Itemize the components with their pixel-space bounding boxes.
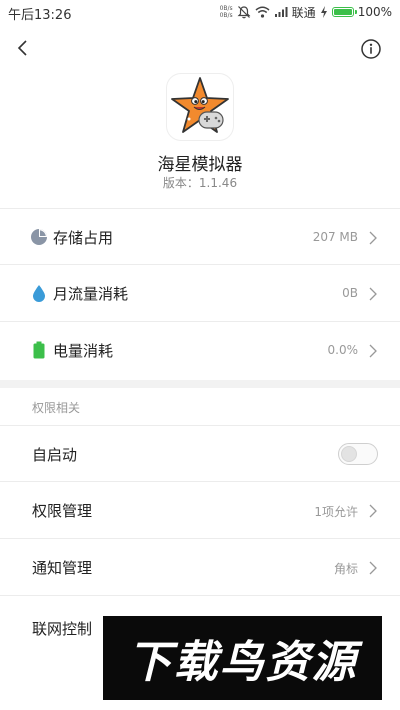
status-icons: 0B/s 0B/s 联通 100% [220,2,392,22]
autostart-toggle[interactable] [338,443,378,465]
charging-icon [320,6,327,18]
storage-label: 存储占用 [53,229,114,247]
toggle-knob [341,446,357,462]
storage-pie-icon [31,229,47,245]
info-icon [361,39,381,59]
mute-icon [237,6,251,19]
status-time: 午后13:26 [8,8,72,23]
back-arrow-icon [17,40,27,56]
section-divider [0,380,400,388]
battery-usage-label: 电量消耗 [53,342,114,360]
signal-icon [274,7,288,17]
net-speed: 0B/s 0B/s [220,5,233,19]
chevron-right-icon [369,561,377,575]
net-speed-up: 0B/s [219,5,233,12]
storage-row[interactable]: 存储占用 207 MB [0,208,400,265]
battery-usage-value: 0.0% [327,343,359,357]
network-control-label: 联网控制 [32,620,93,638]
info-button[interactable] [360,38,382,60]
data-usage-row[interactable]: 月流量消耗 0B [0,265,400,322]
data-drop-icon [33,285,45,302]
battery-level-fill [333,9,352,15]
chevron-right-icon [369,504,377,518]
chevron-right-icon [369,231,377,245]
back-button[interactable] [10,34,38,62]
app-version: 版本：1.1.46 [162,176,238,190]
battery-icon [331,7,357,17]
status-bar: 午后13:26 0B/s 0B/s 联通 100% [0,0,400,24]
notification-management-value: 角标 [333,562,358,576]
data-usage-label: 月流量消耗 [53,285,129,303]
starfish-gamepad-app-icon [171,77,229,133]
permission-management-label: 权限管理 [32,502,93,520]
autostart-row: 自启动 [0,425,400,482]
battery-percent: 100% [357,5,392,19]
battery-usage-icon [33,341,45,359]
wifi-icon [255,6,270,18]
watermark: 下载鸟资源 [103,616,382,700]
app-name: 海星模拟器 [157,155,243,175]
notification-management-label: 通知管理 [32,559,93,577]
chevron-right-icon [369,344,377,358]
status-carrier: 联通 [291,5,316,20]
battery-usage-row[interactable]: 电量消耗 0.0% [0,322,400,379]
data-usage-value: 0B [342,286,358,300]
storage-value: 207 MB [312,230,358,244]
chevron-right-icon [369,287,377,301]
notification-management-row[interactable]: 通知管理 角标 [0,539,400,596]
app-icon [167,74,233,140]
autostart-label: 自启动 [32,446,78,464]
permission-management-value: 1项允许 [314,505,358,519]
permission-management-row[interactable]: 权限管理 1项允许 [0,482,400,539]
net-speed-down: 0B/s [219,12,233,19]
permissions-section-title: 权限相关 [32,401,81,415]
